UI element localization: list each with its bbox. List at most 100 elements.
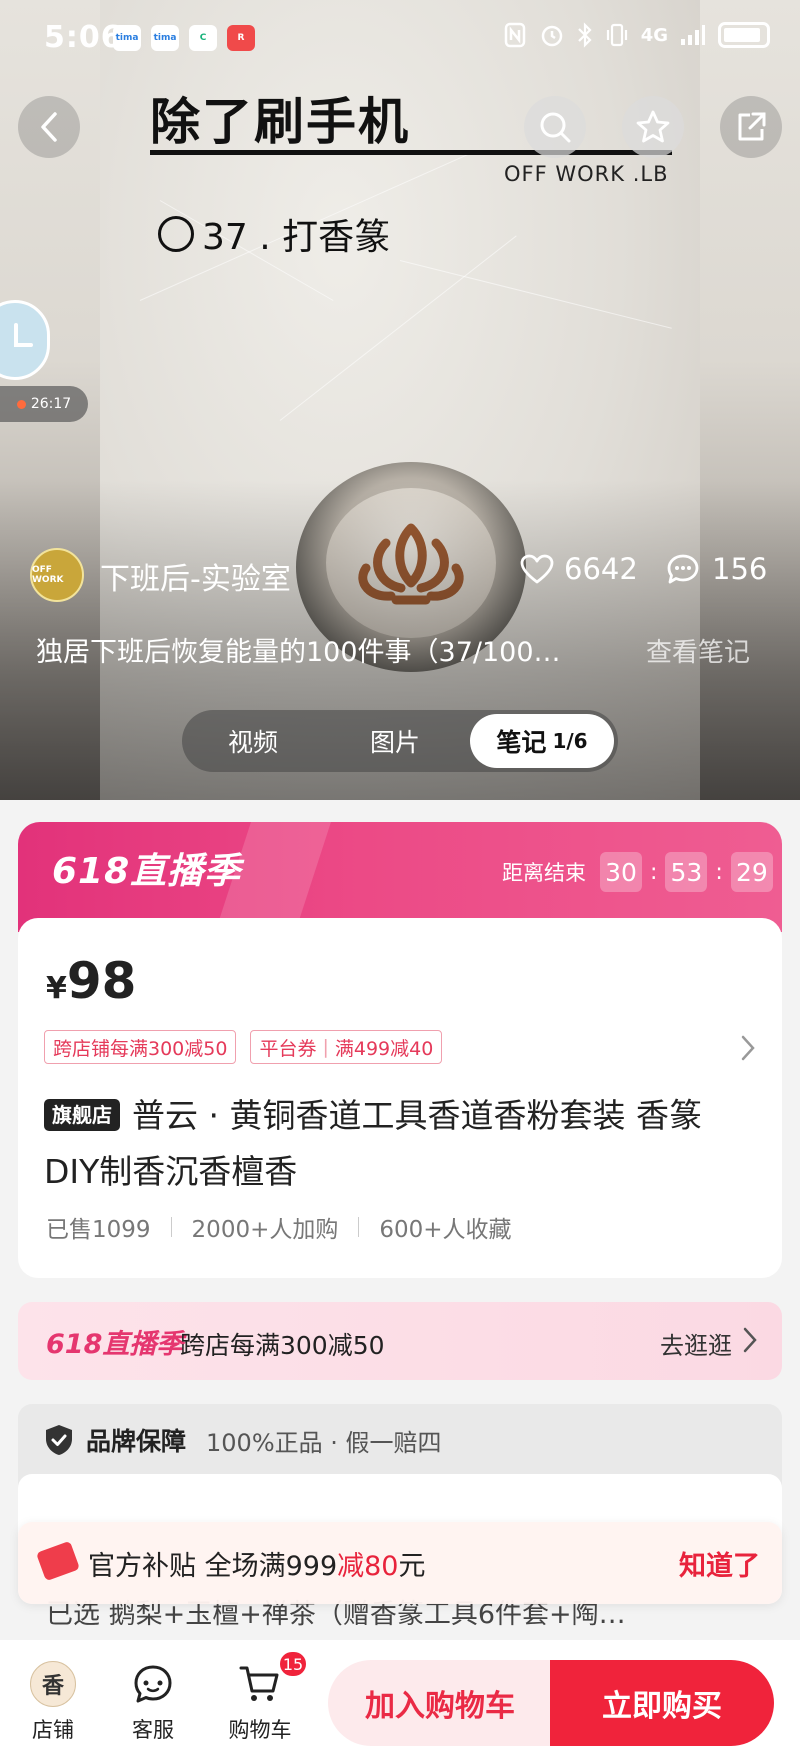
search-icon <box>540 112 571 143</box>
add-to-cart-button[interactable]: 加入购物车 <box>328 1660 552 1746</box>
coupon-more-button[interactable] <box>740 1034 756 1066</box>
shop-button[interactable]: 香 店铺 <box>18 1660 88 1744</box>
product-title: 旗舰店 普云 · 黄铜香道工具香道香粉套装 香篆DIY制香沉香檀香 <box>44 1088 754 1200</box>
nfc-icon <box>504 22 525 48</box>
comments-count[interactable]: 156 <box>666 552 767 586</box>
signal-icon <box>681 25 705 45</box>
tab-notes-label: 笔记 <box>496 728 547 757</box>
product-media-hero[interactable]: 除了刷手机 OFF WORK .LB 37 . 打香篆 5:06 tima ti… <box>0 0 800 800</box>
floating-clock-widget[interactable] <box>0 300 50 380</box>
promo-logo: 618直播季 <box>52 851 242 892</box>
author-name[interactable]: 下班后-实验室 <box>100 554 291 598</box>
cart-count-badge: 15 <box>278 1650 308 1678</box>
red-app-icon: R <box>227 25 255 51</box>
status-app-icons: tima tima C R <box>113 25 255 51</box>
favorite-button[interactable] <box>622 96 684 158</box>
subsidy-toast: 官方补贴 全场满999减80元 知道了 <box>18 1522 782 1604</box>
product-title-text: 普云 · 黄铜香道工具香道香粉套装 香篆DIY制香沉香檀香 <box>44 1096 702 1191</box>
coupon-list[interactable]: 跨店铺每满300减50 平台券 | 满499减40 <box>44 1030 443 1064</box>
tab-notes-page: 1/6 <box>552 729 588 753</box>
guarantee-row: 品牌保障 100%正品 · 假一赔四 <box>44 1422 442 1458</box>
currency-symbol: ¥ <box>46 971 67 1006</box>
tima-app-icon: tima <box>113 25 141 51</box>
tab-video[interactable]: 视频 <box>182 723 324 759</box>
status-bar: 5:06 tima tima C R 4G <box>0 0 800 76</box>
vibrate-icon <box>606 23 627 47</box>
coupon-platform-value: 满499减40 <box>334 1037 434 1060</box>
activity-logo: 618直播季 <box>46 1329 184 1360</box>
back-button[interactable] <box>18 96 80 158</box>
note-description[interactable]: 独居下班后恢复能量的100件事（37/100… <box>36 630 596 669</box>
star-icon <box>636 110 670 143</box>
favorited-count: 600+人收藏 <box>379 1217 512 1243</box>
status-time: 5:06 <box>44 20 123 55</box>
toast-dismiss-button[interactable]: 知道了 <box>679 1544 760 1583</box>
carted-count: 2000+人加购 <box>191 1217 339 1243</box>
price-value: 98 <box>66 952 137 1010</box>
chat-bubble-icon <box>134 1665 172 1703</box>
toast-message-suffix: 元 <box>398 1551 426 1582</box>
heart-icon <box>520 554 554 584</box>
network-label: 4G <box>640 24 668 46</box>
tab-notes[interactable]: 笔记 1/6 <box>470 714 614 768</box>
shop-label: 店铺 <box>32 1718 74 1742</box>
clock-icon <box>14 323 33 347</box>
sold-count: 已售1099 <box>46 1217 151 1243</box>
buy-now-button[interactable]: 立即购买 <box>550 1660 774 1746</box>
customer-service-button[interactable]: 客服 <box>118 1660 188 1744</box>
chevron-right-icon <box>742 1326 758 1358</box>
media-tab-switcher: 视频 图片 笔记 1/6 <box>182 710 618 772</box>
product-info-card: ¥98 跨店铺每满300减50 平台券 | 满499减40 旗舰店 普云 · 黄铜香道… <box>18 918 782 1278</box>
floating-timer[interactable]: 26:17 <box>0 386 88 422</box>
share-button[interactable] <box>720 96 782 158</box>
product-price: ¥98 <box>46 952 136 1010</box>
shield-check-icon <box>46 1425 72 1455</box>
status-indicators: 4G <box>503 22 770 48</box>
share-icon <box>738 112 766 141</box>
countdown-label: 距离结束 <box>502 861 586 885</box>
bluetooth-icon <box>577 22 592 48</box>
checkbox-circle-icon <box>158 216 194 252</box>
countdown-timer: 距离结束 30 : 53 : 29 <box>502 852 773 892</box>
shop-logo-icon: 香 <box>30 1661 76 1707</box>
note-image-subtitle: OFF WORK .LB <box>504 162 669 186</box>
toast-message: 官方补贴 全场满999减80元 <box>88 1544 425 1583</box>
note-image-underline <box>150 150 672 155</box>
note-image-item-text: 37 . 打香篆 <box>202 217 391 258</box>
chevron-left-icon <box>41 112 57 142</box>
alarm-icon <box>541 25 562 47</box>
bottom-action-bar: 香 店铺 客服 15 购物车 加入购物车 立即购买 <box>0 1640 800 1764</box>
coupon-cross-store[interactable]: 跨店铺每满300减50 <box>44 1030 237 1064</box>
flagship-badge: 旗舰店 <box>44 1099 120 1131</box>
tima-app-icon: tima <box>151 25 179 51</box>
tab-images[interactable]: 图片 <box>324 723 466 759</box>
activity-link[interactable]: 去逛逛 <box>660 1326 732 1361</box>
activity-text: 跨店每满300减50 <box>180 1331 385 1360</box>
search-button[interactable] <box>524 96 586 158</box>
coupon-platform[interactable]: 平台券 | 满499减40 <box>250 1030 443 1064</box>
shopping-cart-icon <box>239 1666 279 1701</box>
promo-banner[interactable]: 618直播季 距离结束 30 : 53 : 29 <box>18 822 782 932</box>
note-image-title: 除了刷手机 <box>150 93 410 151</box>
sync-app-icon: C <box>189 25 217 51</box>
countdown-minutes: 53 <box>665 852 708 892</box>
guarantee-detail: 100%正品 · 假一赔四 <box>206 1428 442 1457</box>
cart-button[interactable]: 15 购物车 <box>220 1650 308 1744</box>
recording-dot-icon <box>16 399 26 409</box>
author-avatar[interactable]: OFF WORK <box>30 548 84 602</box>
battery-icon <box>718 22 770 48</box>
toast-message-prefix: 官方补贴 全场满999 <box>88 1551 338 1582</box>
floating-timer-text: 26:17 <box>30 396 72 412</box>
coupon-platform-type: 平台券 <box>259 1037 317 1060</box>
activity-strip[interactable]: 618直播季 跨店每满300减50 去逛逛 <box>18 1302 782 1380</box>
countdown-hours: 30 <box>600 852 642 892</box>
service-label: 客服 <box>132 1718 174 1742</box>
view-note-link[interactable]: 查看笔记 <box>646 632 750 669</box>
likes-text: 6642 <box>564 552 638 586</box>
guarantee-title: 品牌保障 <box>86 1427 187 1456</box>
likes-count[interactable]: 6642 <box>520 552 638 586</box>
note-author-row[interactable]: OFF WORK 下班后-实验室 6642 156 <box>30 546 770 602</box>
toast-message-highlight: 减80 <box>337 1551 399 1582</box>
cart-label: 购物车 <box>228 1718 292 1742</box>
countdown-seconds: 29 <box>730 852 773 892</box>
